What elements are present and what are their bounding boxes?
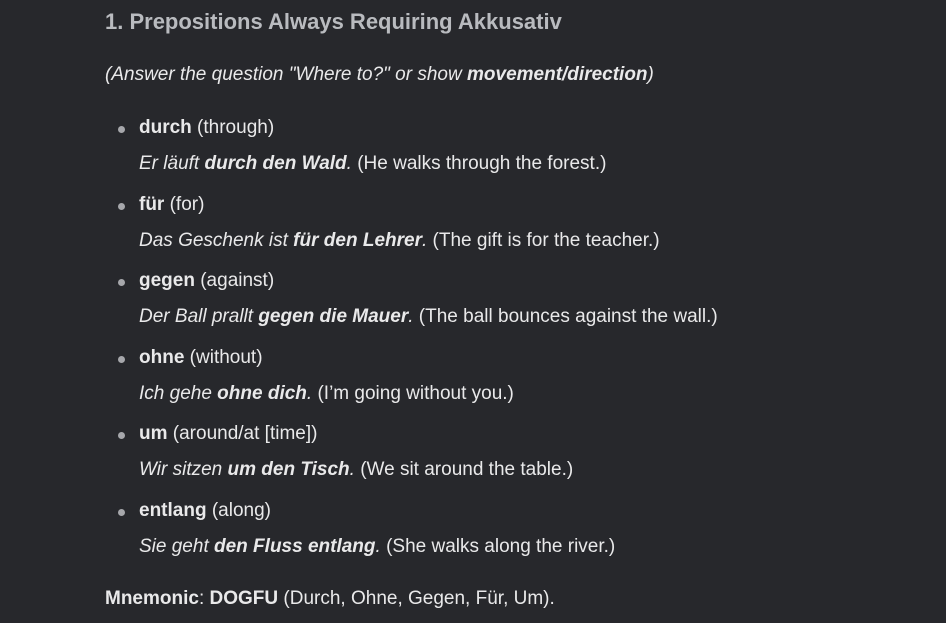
example-sentence: Der Ball prallt gegen die Mauer. (The ba…: [139, 305, 718, 329]
example-pre: Wir sitzen: [139, 459, 228, 480]
section-heading: 1. Prepositions Always Requiring Akkusat…: [105, 9, 562, 34]
list-item: gegen (against) Der Ball prallt gegen di…: [118, 269, 718, 329]
example-sentence: Er läuft durch den Wald. (He walks throu…: [139, 152, 606, 176]
example-pre: Der Ball prallt: [139, 306, 259, 327]
mnemonic-code: DOGFU: [209, 588, 279, 609]
example-pre: Ich gehe: [139, 383, 218, 404]
preposition-meaning: (through): [191, 117, 275, 138]
preposition-term: ohne: [139, 347, 185, 368]
example-translation: (The ball bounces against the wall.): [413, 306, 718, 327]
list-item: durch (through) Er läuft durch den Wald.…: [118, 116, 606, 176]
list-item: um (around/at [time]) Wir sitzen um den …: [118, 422, 573, 482]
intro-suffix: ): [647, 64, 654, 85]
example-pre: Sie geht: [139, 536, 214, 557]
example-translation: (I’m going without you.): [312, 383, 514, 404]
example-sentence: Wir sitzen um den Tisch. (We sit around …: [139, 458, 573, 482]
list-item: entlang (along) Sie geht den Fluss entla…: [118, 499, 615, 559]
preposition-meaning: (without): [184, 347, 263, 368]
example-bold: für den Lehrer: [293, 230, 422, 251]
bullet-icon: [118, 356, 125, 363]
intro-text: (Answer the question "Where to?" or show…: [105, 64, 654, 86]
list-item: ohne (without) Ich gehe ohne dich. (I’m …: [118, 346, 514, 406]
bullet-icon: [118, 279, 125, 286]
preposition-meaning: (for): [164, 194, 205, 215]
preposition-term: für: [139, 194, 165, 215]
bullet-icon: [118, 509, 125, 516]
example-pre: Das Geschenk ist: [139, 230, 294, 251]
example-sentence: Sie geht den Fluss entlang. (She walks a…: [139, 535, 615, 559]
preposition-term: entlang: [139, 500, 207, 521]
example-sentence: Das Geschenk ist für den Lehrer. (The gi…: [139, 229, 660, 253]
preposition-meaning: (against): [194, 270, 275, 291]
mnemonic-expansion: (Durch, Ohne, Gegen, Für, Um).: [278, 588, 555, 609]
example-bold: um den Tisch: [227, 459, 350, 480]
preposition-term: um: [139, 423, 168, 444]
example-translation: (She walks along the river.): [380, 536, 616, 557]
preposition-term: gegen: [139, 270, 195, 291]
example-sentence: Ich gehe ohne dich. (I’m going without y…: [139, 382, 514, 406]
example-bold: den Fluss entlang: [214, 536, 376, 557]
example-bold: durch den Wald: [204, 153, 347, 174]
mnemonic-label: Mnemonic: [105, 588, 199, 609]
example-bold: ohne dich: [217, 383, 307, 404]
mnemonic-line: Mnemonic: DOGFU (Durch, Ohne, Gegen, Für…: [105, 587, 555, 611]
preposition-meaning: (along): [206, 500, 271, 521]
example-translation: (The gift is for the teacher.): [427, 230, 660, 251]
intro-bold: movement/direction: [467, 64, 648, 85]
intro-prefix: (Answer the question "Where to?" or show: [105, 64, 467, 85]
bullet-icon: [118, 126, 125, 133]
example-bold: gegen die Mauer: [258, 306, 409, 327]
list-item: für (for) Das Geschenk ist für den Lehre…: [118, 193, 660, 253]
preposition-term: durch: [139, 117, 192, 138]
preposition-meaning: (around/at [time]): [167, 423, 318, 444]
mnemonic-colon: :: [198, 588, 210, 609]
example-translation: (We sit around the table.): [354, 459, 574, 480]
example-pre: Er läuft: [139, 153, 205, 174]
example-translation: (He walks through the forest.): [351, 153, 607, 174]
bullet-icon: [118, 432, 125, 439]
bullet-icon: [118, 203, 125, 210]
